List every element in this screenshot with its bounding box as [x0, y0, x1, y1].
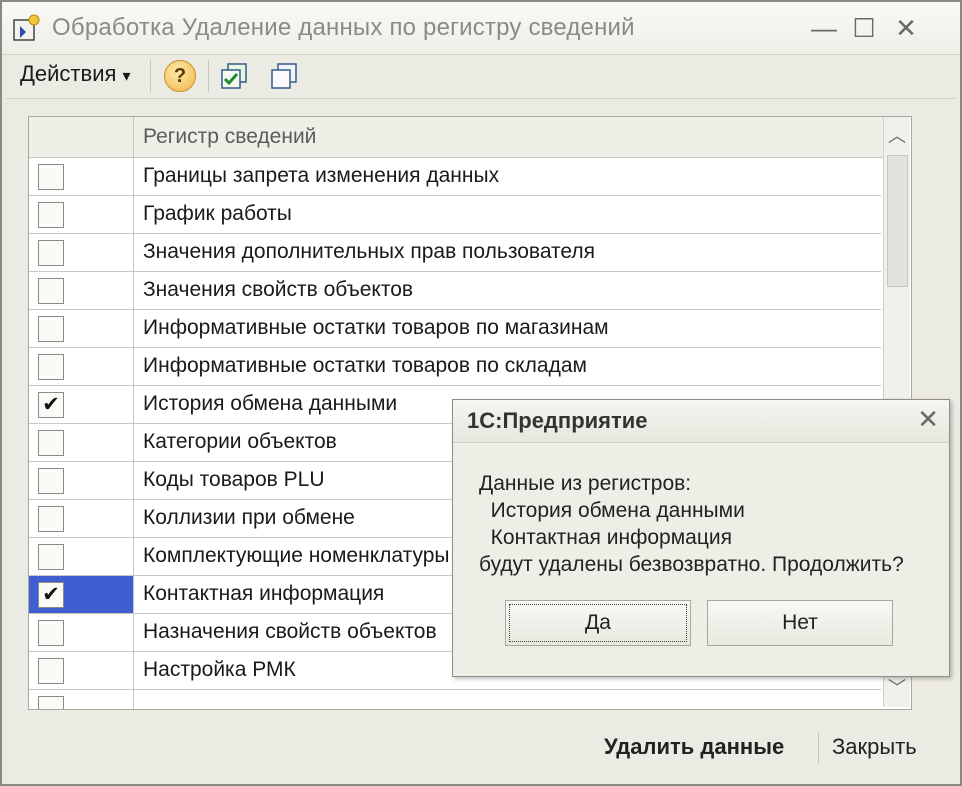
title-bar[interactable]: Обработка Удаление данных по регистру св…	[2, 2, 960, 55]
checkbox-cell[interactable]: ✔	[29, 386, 134, 423]
row-checkbox[interactable]	[38, 202, 64, 228]
checkbox-cell[interactable]	[29, 234, 134, 271]
row-checkbox[interactable]	[38, 696, 64, 709]
minimize-button[interactable]: —	[808, 12, 840, 44]
bottom-bar: Удалить данные Закрыть	[6, 718, 956, 778]
register-name: График работы	[143, 202, 292, 225]
dialog-message: Данные из регистров: История обмена данн…	[479, 472, 904, 576]
dialog-title-bar[interactable]: 1С:Предприятие ✕	[453, 400, 949, 443]
scroll-up-icon[interactable]: ︿	[884, 121, 910, 151]
checkbox-cell[interactable]	[29, 272, 134, 309]
checkbox-cell[interactable]	[29, 690, 134, 709]
checkbox-cell[interactable]	[29, 310, 134, 347]
row-checkbox[interactable]	[38, 620, 64, 646]
dialog-title: 1С:Предприятие	[467, 408, 648, 433]
register-name: Контактная информация	[143, 582, 385, 605]
checkbox-cell[interactable]	[29, 196, 134, 233]
actions-label: Действия	[20, 61, 117, 86]
table-row[interactable]: Информативные остатки товаров по складам	[29, 348, 881, 386]
actions-menu[interactable]: Действия ▾	[20, 61, 131, 87]
row-checkbox[interactable]	[38, 354, 64, 380]
checkbox-cell[interactable]	[29, 500, 134, 537]
row-checkbox[interactable]	[38, 278, 64, 304]
toolbar-divider	[208, 60, 209, 92]
checkbox-cell[interactable]: ✔	[29, 576, 134, 613]
checkbox-cell[interactable]	[29, 158, 134, 195]
help-button[interactable]: ?	[164, 60, 196, 92]
register-name: Коды товаров PLU	[143, 468, 325, 491]
toolbar: Действия ▾ ?	[6, 54, 956, 99]
uncheck-all-icon[interactable]	[268, 62, 300, 92]
check-all-icon[interactable]	[218, 62, 250, 92]
table-row[interactable]: Значения свойств объектов	[29, 272, 881, 310]
register-name: Значения свойств объектов	[143, 278, 414, 301]
table-row[interactable]	[29, 690, 881, 709]
dialog-close-button[interactable]: ✕	[917, 404, 939, 435]
checkbox-cell[interactable]	[29, 614, 134, 651]
close-button[interactable]: ✕	[890, 12, 922, 44]
checkbox-cell[interactable]	[29, 348, 134, 385]
yes-button[interactable]: Да	[505, 600, 691, 646]
scroll-down-icon[interactable]: ﹀	[884, 673, 910, 703]
checkbox-cell[interactable]	[29, 462, 134, 499]
toolbar-divider	[150, 60, 151, 92]
close-form-button[interactable]: Закрыть	[832, 734, 917, 760]
register-name: Назначения свойств объектов	[143, 620, 437, 643]
register-name: История обмена данными	[143, 392, 398, 415]
row-checkbox[interactable]: ✔	[38, 582, 64, 608]
row-checkbox[interactable]: ✔	[38, 392, 64, 418]
processing-icon	[13, 14, 40, 41]
table-header: Регистр сведений	[29, 117, 883, 158]
checkbox-cell[interactable]	[29, 424, 134, 461]
column-header-register[interactable]: Регистр сведений	[143, 125, 316, 149]
maximize-button[interactable]: ☐	[848, 12, 880, 44]
row-checkbox[interactable]	[38, 430, 64, 456]
scroll-thumb[interactable]	[887, 155, 908, 287]
register-name: Информативные остатки товаров по магазин…	[143, 316, 609, 339]
bottom-divider	[818, 732, 819, 764]
checkbox-cell[interactable]	[29, 538, 134, 575]
row-checkbox[interactable]	[38, 240, 64, 266]
row-checkbox[interactable]	[38, 164, 64, 190]
no-button[interactable]: Нет	[707, 600, 893, 646]
register-name: Настройка РМК	[143, 658, 296, 681]
table-row[interactable]: График работы	[29, 196, 881, 234]
table-row[interactable]: Информативные остатки товаров по магазин…	[29, 310, 881, 348]
register-name: Информативные остатки товаров по складам	[143, 354, 587, 377]
register-name: Границы запрета изменения данных	[143, 164, 500, 187]
table-row[interactable]: Границы запрета изменения данных	[29, 158, 881, 196]
confirm-dialog: 1С:Предприятие ✕ Данные из регистров: Ис…	[452, 399, 950, 677]
check-icon: ✔	[42, 583, 60, 606]
register-name: Комплектующие номенклатуры	[143, 544, 450, 567]
register-name: Категории объектов	[143, 430, 337, 453]
checkbox-column-header[interactable]	[29, 117, 134, 157]
row-checkbox[interactable]	[38, 506, 64, 532]
row-checkbox[interactable]	[38, 316, 64, 342]
row-checkbox[interactable]	[38, 658, 64, 684]
row-checkbox[interactable]	[38, 544, 64, 570]
delete-data-button[interactable]: Удалить данные	[604, 734, 784, 760]
check-icon: ✔	[42, 393, 60, 416]
register-name: Коллизии при обмене	[143, 506, 355, 529]
chevron-down-icon: ▾	[122, 68, 131, 85]
window-title: Обработка Удаление данных по регистру св…	[52, 14, 635, 41]
table-row[interactable]: Значения дополнительных прав пользовател…	[29, 234, 881, 272]
row-checkbox[interactable]	[38, 468, 64, 494]
register-name: Значения дополнительных прав пользовател…	[143, 240, 596, 263]
checkbox-cell[interactable]	[29, 652, 134, 689]
